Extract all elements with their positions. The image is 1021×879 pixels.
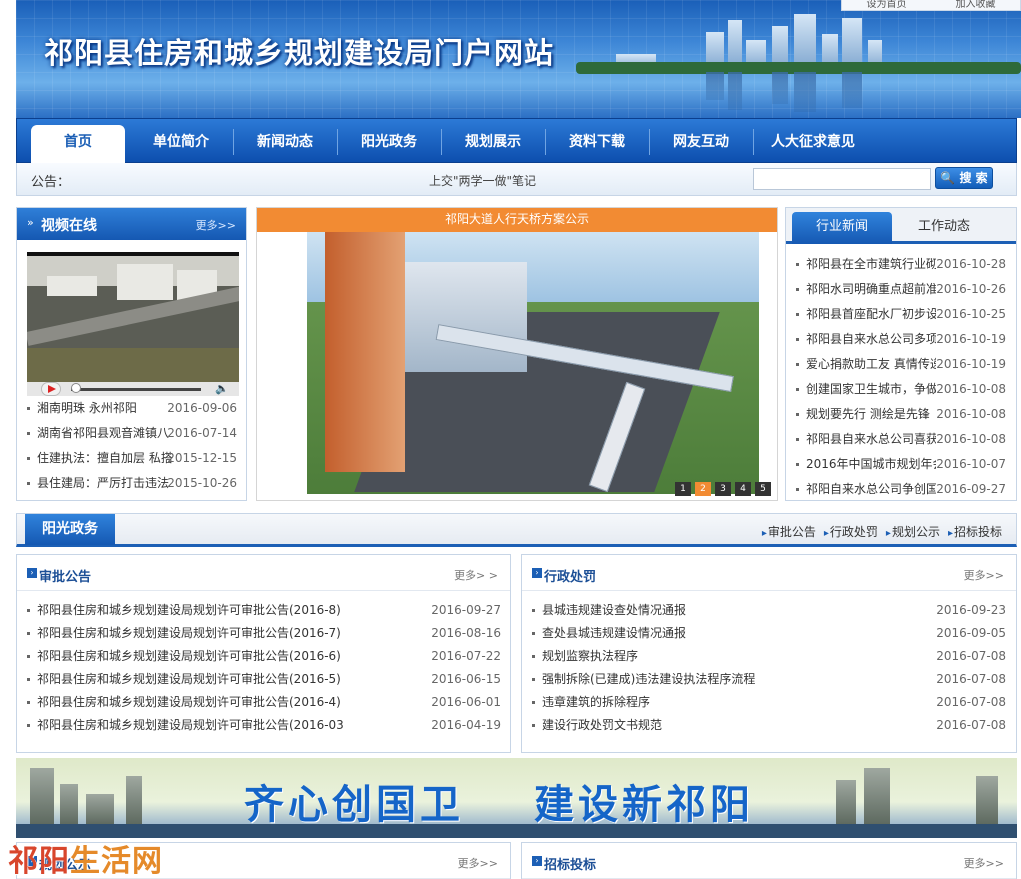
approval-more-link[interactable]: 更多> >	[454, 567, 498, 583]
main-nav: 首页 单位简介 新闻动态 阳光政务 规划展示 资料下载 网友互动 人大征求意见	[16, 118, 1017, 163]
bidding-panel: › 招标投标 更多>>	[521, 842, 1017, 879]
list-item[interactable]: 祁阳自来水总公司争创国 2016-09-27	[796, 477, 1006, 502]
nav-planning[interactable]: 规划展示	[441, 125, 545, 163]
list-item[interactable]: 祁阳县住房和城乡规划建设局规划许可审批公告(2016-03 2016-04-19	[27, 714, 501, 737]
penalty-list: 县城违规建设查处情况通报 2016-09-23 查处县城违规建设情况通报 2016-…	[532, 599, 1006, 737]
promo-banner[interactable]: 齐心创国卫 建设新祁阳	[16, 758, 1017, 838]
play-icon[interactable]	[41, 382, 61, 396]
list-item[interactable]: 创建国家卫生城市，争做 2016-10-08	[796, 377, 1006, 402]
list-item[interactable]: 祁阳县首座配水厂初步设 2016-10-25	[796, 302, 1006, 327]
list-item[interactable]: 祁阳县住房和城乡规划建设局规划许可审批公告(2016-5) 2016-06-15	[27, 668, 501, 691]
video-more-link[interactable]: 更多>>	[196, 217, 236, 233]
link-approval[interactable]: 审批公告	[762, 523, 816, 540]
set-homepage-link[interactable]: 设为首页	[867, 0, 907, 10]
list-item[interactable]: 祁阳县住房和城乡规划建设局规划许可审批公告(2016-4) 2016-06-01	[27, 691, 501, 714]
list-item[interactable]: 规划监察执法程序 2016-07-08	[532, 645, 1006, 668]
list-item[interactable]: 祁阳县在全市建筑行业砌 2016-10-28	[796, 252, 1006, 277]
link-penalty[interactable]: 行政处罚	[824, 523, 878, 540]
nav-downloads[interactable]: 资料下载	[545, 125, 649, 163]
nav-sunshine-govt[interactable]: 阳光政务	[337, 125, 441, 163]
list-item[interactable]: 祁阳县住房和城乡规划建设局规划许可审批公告(2016-7) 2016-08-16	[27, 622, 501, 645]
list-item[interactable]: 爱心捐款助工友 真情传递 2016-10-19	[796, 352, 1006, 377]
bidding-title: 招标投标	[544, 858, 597, 873]
featured-slideshow: 祁阳大道人行天桥方案公示 1 2 3 4 5	[256, 207, 778, 501]
video-panel-title: 视频在线	[41, 218, 97, 234]
tab-industry-news[interactable]: 行业新闻	[792, 212, 892, 244]
nav-npc-opinions[interactable]: 人大征求意见	[753, 125, 873, 163]
approval-title: 审批公告	[39, 570, 92, 585]
chevron-right-icon: ›	[27, 568, 37, 578]
site-header: 祁阳县住房和城乡规划建设局门户网站 设为首页 加入收藏	[16, 0, 1021, 118]
nav-about[interactable]: 单位简介	[129, 125, 233, 163]
link-bidding[interactable]: 招标投标	[948, 523, 1002, 540]
list-item[interactable]: 查处县城违规建设情况通报 2016-09-05	[532, 622, 1006, 645]
tab-work-updates[interactable]: 工作动态	[894, 212, 994, 244]
list-item[interactable]: 湖南省祁阳县观音滩镇八 2016-07-14	[27, 421, 237, 446]
nav-interaction[interactable]: 网友互动	[649, 125, 753, 163]
planning-more-link[interactable]: 更多>>	[458, 855, 498, 871]
list-item[interactable]: 强制拆除(已建成)违法建设执法程序流程 2016-07-08	[532, 668, 1006, 691]
list-item[interactable]: 2016年中国城市规划年会 2016-10-07	[796, 452, 1006, 477]
progress-knob[interactable]	[71, 383, 81, 393]
watermark-logo: 祁阳生活网	[8, 844, 163, 879]
banner-slogan-1: 齐心创国卫	[244, 782, 464, 828]
chevron-right-icon: ›	[532, 856, 542, 866]
list-item[interactable]: 建设行政处罚文书规范 2016-07-08	[532, 714, 1006, 737]
slide-page-button[interactable]: 5	[755, 482, 771, 496]
list-item[interactable]: 县城违规建设查处情况通报 2016-09-23	[532, 599, 1006, 622]
sunshine-govt-bar: 阳光政务 审批公告 行政处罚 规划公示 招标投标	[16, 513, 1017, 547]
slide-page-button[interactable]: 2	[695, 482, 711, 496]
list-item[interactable]: 规划要先行 测绘是先锋 2016-10-08	[796, 402, 1006, 427]
list-item[interactable]: 祁阳县住房和城乡规划建设局规划许可审批公告(2016-6) 2016-07-22	[27, 645, 501, 668]
nav-home[interactable]: 首页	[31, 125, 125, 163]
notice-text[interactable]: 上交"两学一做"笔记	[429, 172, 536, 189]
list-item[interactable]: 湘南明珠 永州祁阳 2016-09-06	[27, 396, 237, 421]
video-list: 湘南明珠 永州祁阳 2016-09-06 湖南省祁阳县观音滩镇八 2016-07-1…	[27, 396, 237, 496]
news-tabs-panel: 行业新闻 工作动态 祁阳县在全市建筑行业砌 2016-10-28 祁阳水司明确重点…	[785, 207, 1017, 501]
approval-panel: › 审批公告 更多> > 祁阳县住房和城乡规划建设局规划许可审批公告(2016-…	[16, 554, 511, 753]
slide-image[interactable]	[307, 232, 759, 494]
volume-icon[interactable]: 🔈	[215, 382, 229, 395]
search-button[interactable]: 🔍 搜 索	[935, 167, 993, 189]
slide-page-button[interactable]: 4	[735, 482, 751, 496]
slide-page-button[interactable]: 1	[675, 482, 691, 496]
video-controls: 🔈	[27, 382, 239, 396]
double-arrow-icon: »	[27, 216, 34, 229]
video-progress-bar[interactable]	[71, 388, 201, 391]
notice-bar: 公告： 上交"两学一做"笔记 🔍 搜 索	[16, 163, 1017, 196]
approval-list: 祁阳县住房和城乡规划建设局规划许可审批公告(2016-8) 2016-09-27 …	[27, 599, 501, 737]
video-player-screen[interactable]	[27, 252, 239, 388]
news-list: 祁阳县在全市建筑行业砌 2016-10-28 祁阳水司明确重点超前准 2016-10…	[796, 252, 1006, 502]
list-item[interactable]: 住建执法：擅自加层 私搭 2015-12-15	[27, 446, 237, 471]
notice-label: 公告：	[31, 175, 71, 190]
list-item[interactable]: 祁阳县自来水总公司多项 2016-10-19	[796, 327, 1006, 352]
add-favorite-link[interactable]: 加入收藏	[956, 0, 996, 10]
search-input[interactable]	[753, 168, 931, 190]
chevron-right-icon: ›	[532, 568, 542, 578]
penalty-panel: › 行政处罚 更多>> 县城违规建设查处情况通报 2016-09-23 查处县城违…	[521, 554, 1017, 753]
banner-slogan-2: 建设新祁阳	[534, 782, 754, 828]
bidding-more-link[interactable]: 更多>>	[964, 855, 1004, 871]
penalty-more-link[interactable]: 更多>>	[964, 567, 1004, 583]
slide-pager: 1 2 3 4 5	[675, 482, 771, 496]
sunshine-govt-title[interactable]: 阳光政务	[25, 514, 115, 545]
slide-caption[interactable]: 祁阳大道人行天桥方案公示	[257, 208, 777, 232]
list-item[interactable]: 县住建局：严厉打击违法 2015-10-26	[27, 471, 237, 496]
video-panel: » 视频在线 更多>> 🔈 湘南明珠 永州祁阳 2016-09-06 湖南省祁阳县…	[16, 207, 247, 501]
slide-page-button[interactable]: 3	[715, 482, 731, 496]
list-item[interactable]: 祁阳水司明确重点超前准 2016-10-26	[796, 277, 1006, 302]
list-item[interactable]: 违章建筑的拆除程序 2016-07-08	[532, 691, 1006, 714]
sunshine-govt-links: 审批公告 行政处罚 规划公示 招标投标	[762, 523, 1002, 540]
link-planning-publicity[interactable]: 规划公示	[886, 523, 940, 540]
site-title: 祁阳县住房和城乡规划建设局门户网站	[44, 36, 555, 70]
search-icon: 🔍	[940, 171, 956, 185]
nav-news[interactable]: 新闻动态	[233, 125, 337, 163]
top-links: 设为首页 加入收藏	[841, 0, 1021, 11]
list-item[interactable]: 祁阳县住房和城乡规划建设局规划许可审批公告(2016-8) 2016-09-27	[27, 599, 501, 622]
search-button-label: 搜 索	[959, 171, 988, 185]
penalty-title: 行政处罚	[544, 570, 597, 585]
list-item[interactable]: 祁阳县自来水总公司喜获 2016-10-08	[796, 427, 1006, 452]
